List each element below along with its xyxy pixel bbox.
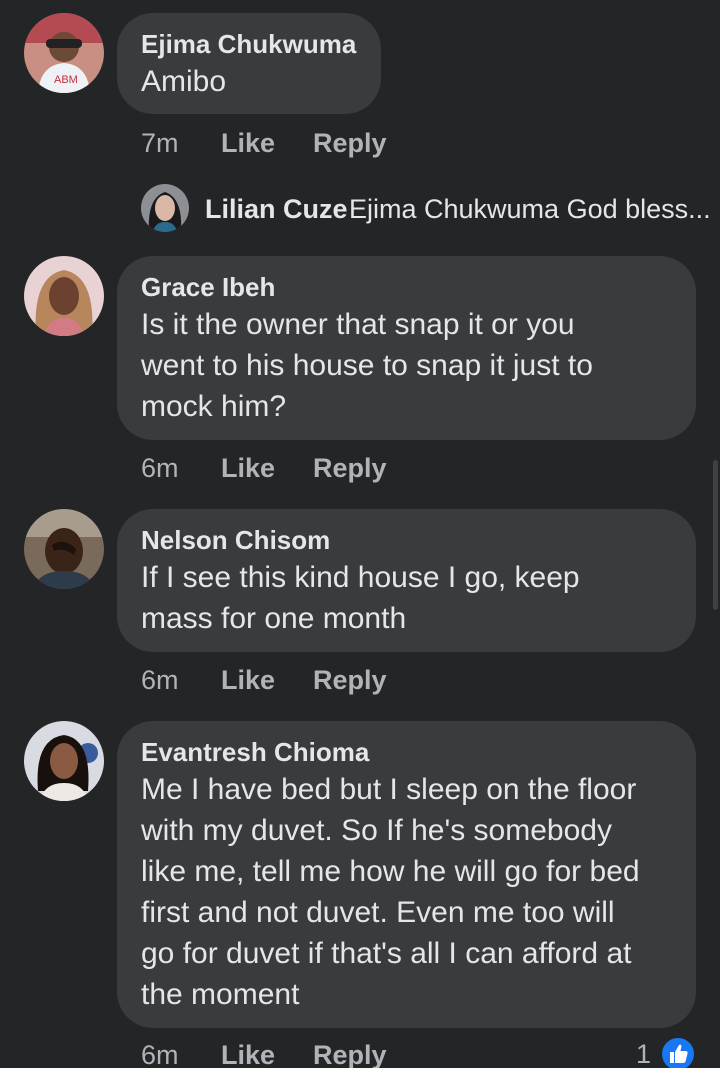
comment-bubble[interactable]: Nelson Chisom If I see this kind house I… bbox=[117, 509, 696, 652]
comment-bubble[interactable]: Grace Ibeh Is it the owner that snap it … bbox=[117, 256, 696, 440]
comment-text: Amibo bbox=[141, 65, 227, 98]
comment-timestamp[interactable]: 6m bbox=[141, 452, 179, 484]
scrollbar-thumb[interactable] bbox=[713, 460, 718, 610]
comment-author[interactable]: Grace Ibeh bbox=[141, 270, 672, 304]
comment-timestamp[interactable]: 7m bbox=[141, 127, 179, 159]
reply-button[interactable]: Reply bbox=[313, 1039, 387, 1068]
avatar-evantresh-chioma[interactable] bbox=[24, 721, 104, 801]
avatar-nelson-chisom[interactable] bbox=[24, 509, 104, 589]
comment-timestamp[interactable]: 6m bbox=[141, 664, 179, 696]
reply-button[interactable]: Reply bbox=[313, 452, 387, 484]
comment-text: Is it the owner that snap it or you went… bbox=[141, 308, 593, 423]
reply-button[interactable]: Reply bbox=[313, 127, 387, 159]
comment-text: Me I have bed but I sleep on the floor w… bbox=[141, 773, 640, 1011]
avatar-grace-ibeh[interactable] bbox=[24, 256, 104, 336]
like-button[interactable]: Like bbox=[221, 664, 275, 696]
comment-bubble[interactable]: Evantresh Chioma Me I have bed but I sle… bbox=[117, 721, 696, 1028]
comments-thread: ABM Ejima Chukwuma Amibo 7m Like Reply L… bbox=[0, 0, 720, 1068]
like-button[interactable]: Like bbox=[221, 452, 275, 484]
reply-button[interactable]: Reply bbox=[313, 664, 387, 696]
comment-author[interactable]: Evantresh Chioma bbox=[141, 735, 672, 769]
reply-text: Ejima Chukwuma God bless... bbox=[349, 194, 711, 224]
thumbs-up-icon bbox=[660, 1036, 696, 1068]
reaction-summary[interactable]: 1 bbox=[636, 1036, 700, 1068]
comment-timestamp[interactable]: 6m bbox=[141, 1039, 179, 1068]
comment-author[interactable]: Nelson Chisom bbox=[141, 523, 672, 557]
avatar-lilian-cuze[interactable] bbox=[141, 184, 189, 232]
comment-author[interactable]: Ejima Chukwuma bbox=[141, 27, 357, 61]
reaction-count: 1 bbox=[636, 1039, 652, 1068]
reply-author[interactable]: Lilian Cuze bbox=[205, 192, 348, 226]
svg-text:ABM: ABM bbox=[54, 74, 78, 86]
comment-bubble[interactable]: Ejima Chukwuma Amibo bbox=[117, 13, 381, 114]
like-button[interactable]: Like bbox=[221, 127, 275, 159]
avatar-ejima-chukwuma[interactable]: ABM bbox=[24, 13, 104, 93]
comment-text: If I see this kind house I go, keep mass… bbox=[141, 561, 580, 635]
reply-preview[interactable]: Lilian Cuze Ejima Chukwuma God bless... bbox=[141, 184, 711, 232]
like-button[interactable]: Like bbox=[221, 1039, 275, 1068]
